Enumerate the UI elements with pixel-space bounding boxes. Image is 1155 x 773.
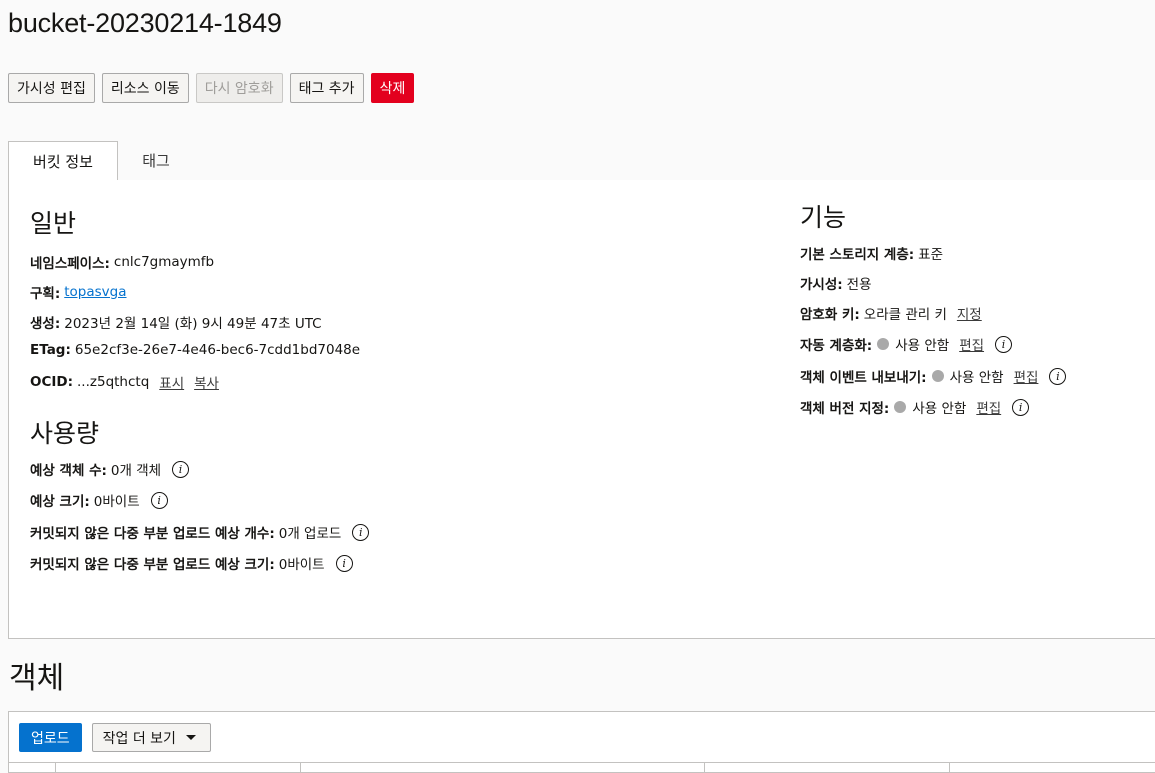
object-count-value: 0개 객체	[110, 463, 162, 479]
add-tags-button[interactable]: 태그 추가	[289, 73, 364, 103]
created-label: 생성:	[30, 316, 61, 332]
size-row: 예상 크기: 0바이트 i	[30, 490, 168, 510]
reencrypt-button[interactable]: 다시 암호화	[195, 73, 283, 103]
object-count-row: 예상 객체 수: 0개 객체 i	[30, 459, 190, 479]
tab-tags[interactable]: 태그	[126, 141, 186, 180]
compartment-label: 구획:	[30, 286, 61, 302]
auto-tiering-value: 사용 안함	[895, 338, 950, 354]
info-icon[interactable]: i	[352, 523, 370, 541]
uncommitted-size-row: 커밋되지 않은 다중 부분 업로드 예상 크기: 0바이트 i	[30, 553, 353, 573]
versioning-edit-link[interactable]: 편집	[976, 397, 1001, 417]
compartment-link[interactable]: topasvga	[64, 284, 126, 300]
namespace-label: 네임스페이스:	[30, 256, 110, 272]
column-divider	[300, 763, 301, 773]
move-resource-button[interactable]: 리소스 이동	[101, 73, 189, 103]
more-actions-label: 작업 더 보기	[102, 730, 176, 747]
uncommitted-size-label: 커밋되지 않은 다중 부분 업로드 예상 크기:	[30, 557, 275, 573]
uncommitted-count-label: 커밋되지 않은 다중 부분 업로드 예상 개수:	[30, 526, 275, 542]
size-value: 0바이트	[93, 494, 140, 510]
chevron-down-icon	[185, 735, 196, 740]
status-dot-icon	[877, 338, 890, 350]
events-row: 객체 이벤트 내보내기: 사용 안함 편집 i	[800, 366, 1067, 386]
auto-tiering-row: 자동 계층화: 사용 안함 편집 i	[800, 334, 1013, 354]
more-actions-button[interactable]: 작업 더 보기	[91, 723, 211, 752]
versioning-row: 객체 버전 지정: 사용 안함 편집 i	[800, 397, 1030, 417]
general-heading: 일반	[30, 209, 77, 238]
column-divider	[949, 763, 950, 773]
encryption-assign-link[interactable]: 지정	[957, 303, 982, 323]
detail-tabs: 버킷 정보 태그	[8, 141, 1155, 181]
ocid-row: OCID: ...z5qthctq 표시 복사	[30, 372, 219, 392]
etag-label: ETag:	[30, 342, 71, 358]
objects-panel: 업로드 작업 더 보기	[8, 711, 1155, 773]
ocid-copy-link[interactable]: 복사	[194, 372, 219, 392]
versioning-label: 객체 버전 지정:	[800, 401, 890, 417]
object-count-label: 예상 객체 수:	[30, 463, 107, 479]
events-value: 사용 안함	[949, 370, 1004, 386]
encryption-row: 암호화 키: 오라클 관리 키 지정	[800, 303, 982, 323]
uncommitted-size-value: 0바이트	[278, 557, 325, 573]
info-icon[interactable]: i	[995, 335, 1013, 353]
bucket-toolbar: 가시성 편집 리소스 이동 다시 암호화 태그 추가 삭제	[8, 73, 415, 103]
tab-bucket-info[interactable]: 버킷 정보	[8, 141, 118, 181]
etag-value: 65e2cf3e-26e7-4e46-bec6-7cdd1bd7048e	[74, 342, 361, 358]
created-value: 2023년 2월 14일 (화) 9시 49분 47초 UTC	[64, 316, 322, 332]
ocid-show-link[interactable]: 표시	[159, 372, 184, 392]
visibility-value: 전용	[846, 277, 872, 293]
usage-heading: 사용량	[30, 419, 100, 448]
delete-button[interactable]: 삭제	[370, 73, 415, 103]
compartment-row: 구획: topasvga	[30, 282, 127, 302]
info-icon[interactable]: i	[172, 460, 190, 478]
storage-tier-value: 표준	[918, 247, 944, 263]
encryption-label: 암호화 키:	[800, 307, 860, 323]
encryption-value: 오라클 관리 키	[863, 307, 947, 323]
objects-table-header	[9, 762, 1155, 773]
namespace-value: cnlc7gmaymfb	[113, 254, 215, 270]
upload-button[interactable]: 업로드	[19, 723, 82, 752]
bucket-info-panel: 일반 네임스페이스: cnlc7gmaymfb 구획: topasvga 생성:…	[8, 180, 1155, 639]
events-edit-link[interactable]: 편집	[1014, 366, 1039, 386]
uncommitted-count-row: 커밋되지 않은 다중 부분 업로드 예상 개수: 0개 업로드 i	[30, 522, 370, 542]
etag-row: ETag: 65e2cf3e-26e7-4e46-bec6-7cdd1bd704…	[30, 342, 360, 358]
versioning-value: 사용 안함	[912, 401, 967, 417]
created-row: 생성: 2023년 2월 14일 (화) 9시 49분 47초 UTC	[30, 312, 322, 332]
size-label: 예상 크기:	[30, 494, 90, 510]
objects-heading: 객체	[9, 661, 65, 696]
info-icon[interactable]: i	[1049, 367, 1067, 385]
auto-tiering-edit-link[interactable]: 편집	[959, 334, 984, 354]
storage-tier-row: 기본 스토리지 계층: 표준	[800, 243, 943, 263]
visibility-row: 가시성: 전용	[800, 273, 872, 293]
page-title: bucket-20230214-1849	[8, 8, 282, 38]
status-dot-icon	[894, 401, 907, 413]
visibility-label: 가시성:	[800, 277, 843, 293]
objects-toolbar: 업로드 작업 더 보기	[19, 723, 211, 752]
features-heading: 기능	[800, 203, 847, 232]
info-icon[interactable]: i	[335, 554, 353, 572]
info-icon[interactable]: i	[1012, 398, 1030, 416]
ocid-label: OCID:	[30, 374, 74, 390]
storage-tier-label: 기본 스토리지 계층:	[800, 247, 915, 263]
column-divider	[55, 763, 56, 773]
events-label: 객체 이벤트 내보내기:	[800, 370, 927, 386]
auto-tiering-label: 자동 계층화:	[800, 338, 873, 354]
status-dot-icon	[931, 370, 944, 382]
ocid-value: ...z5qthctq	[77, 374, 150, 390]
info-icon[interactable]: i	[150, 491, 168, 509]
edit-visibility-button[interactable]: 가시성 편집	[8, 73, 95, 103]
uncommitted-count-value: 0개 업로드	[278, 526, 342, 542]
namespace-row: 네임스페이스: cnlc7gmaymfb	[30, 252, 214, 272]
column-divider	[704, 763, 705, 773]
